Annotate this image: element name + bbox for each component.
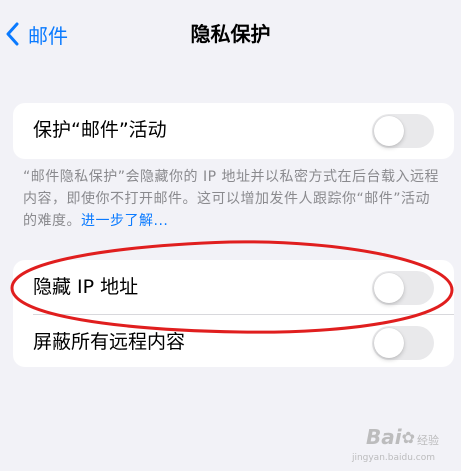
- watermark-url: jingyan.baidu.com: [351, 453, 435, 463]
- toggle-knob: [374, 116, 404, 146]
- red-highlight-ellipse: [10, 240, 454, 334]
- block-remote-toggle[interactable]: [372, 326, 434, 360]
- ip-settings-group: 隐藏 IP 地址 屏蔽所有远程内容: [13, 260, 454, 367]
- hide-ip-label: 隐藏 IP 地址: [33, 276, 139, 298]
- watermark-logo: Bai: [365, 425, 402, 449]
- protect-activity-group: 保护“邮件”活动: [13, 103, 454, 159]
- learn-more-link[interactable]: 进一步了解...: [81, 213, 168, 229]
- page-title: 隐私保护: [190, 22, 271, 46]
- protect-footer-note: “邮件隐私保护”会隐藏你的 IP 地址并以私密方式在后台载入远程内容，即使你不打…: [23, 166, 443, 232]
- watermark-sub: 经验: [417, 434, 439, 447]
- hide-ip-toggle[interactable]: [372, 271, 434, 305]
- protect-activity-toggle[interactable]: [372, 114, 434, 148]
- toggle-knob: [374, 328, 404, 358]
- toggle-knob: [374, 273, 404, 303]
- paw-icon: ✿: [401, 428, 415, 447]
- baidu-watermark: Bai ✿ 经验: [366, 427, 439, 447]
- block-remote-row: 屏蔽所有远程内容: [13, 315, 454, 367]
- protect-activity-row: 保护“邮件”活动: [13, 103, 454, 158]
- navigation-bar: 邮件 隐私保护: [0, 0, 461, 70]
- block-remote-label: 屏蔽所有远程内容: [33, 331, 186, 353]
- hide-ip-row: 隐藏 IP 地址: [13, 260, 454, 315]
- protect-activity-label: 保护“邮件”活动: [33, 119, 167, 141]
